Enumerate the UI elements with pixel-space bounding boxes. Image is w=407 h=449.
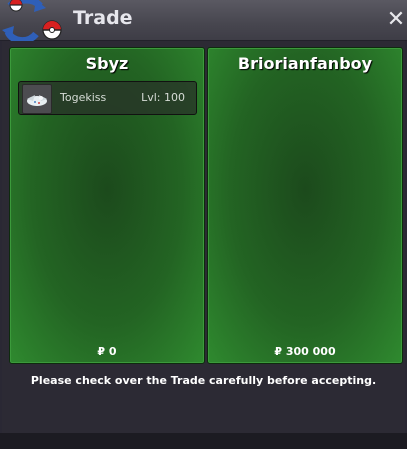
window-title: Trade (73, 7, 133, 29)
pokeball-trade-icon (2, 0, 62, 44)
trade-window: Trade ✕ Sbyz Togekiss Lvl: 100 ₽ 0 Brior… (0, 0, 407, 449)
window-bottom-edge (0, 433, 407, 449)
right-trade-panel: Briorianfanboy ₽ 300 000 (207, 47, 403, 364)
trade-content: Sbyz Togekiss Lvl: 100 ₽ 0 Briorianfanbo… (2, 41, 405, 433)
item-name: Togekiss (60, 91, 107, 104)
left-player-name: Sbyz (85, 54, 129, 73)
togekiss-sprite-icon (22, 84, 52, 114)
right-money: ₽ 300 000 (274, 345, 336, 358)
trade-notice: Please check over the Trade carefully be… (30, 374, 377, 387)
item-level: Lvl: 100 (141, 91, 185, 104)
trade-item-slot[interactable]: Togekiss Lvl: 100 (18, 81, 197, 115)
close-icon[interactable]: ✕ (385, 8, 407, 32)
left-trade-panel: Sbyz Togekiss Lvl: 100 ₽ 0 (9, 47, 205, 364)
right-player-name: Briorianfanboy (237, 54, 373, 73)
left-money: ₽ 0 (97, 345, 117, 358)
